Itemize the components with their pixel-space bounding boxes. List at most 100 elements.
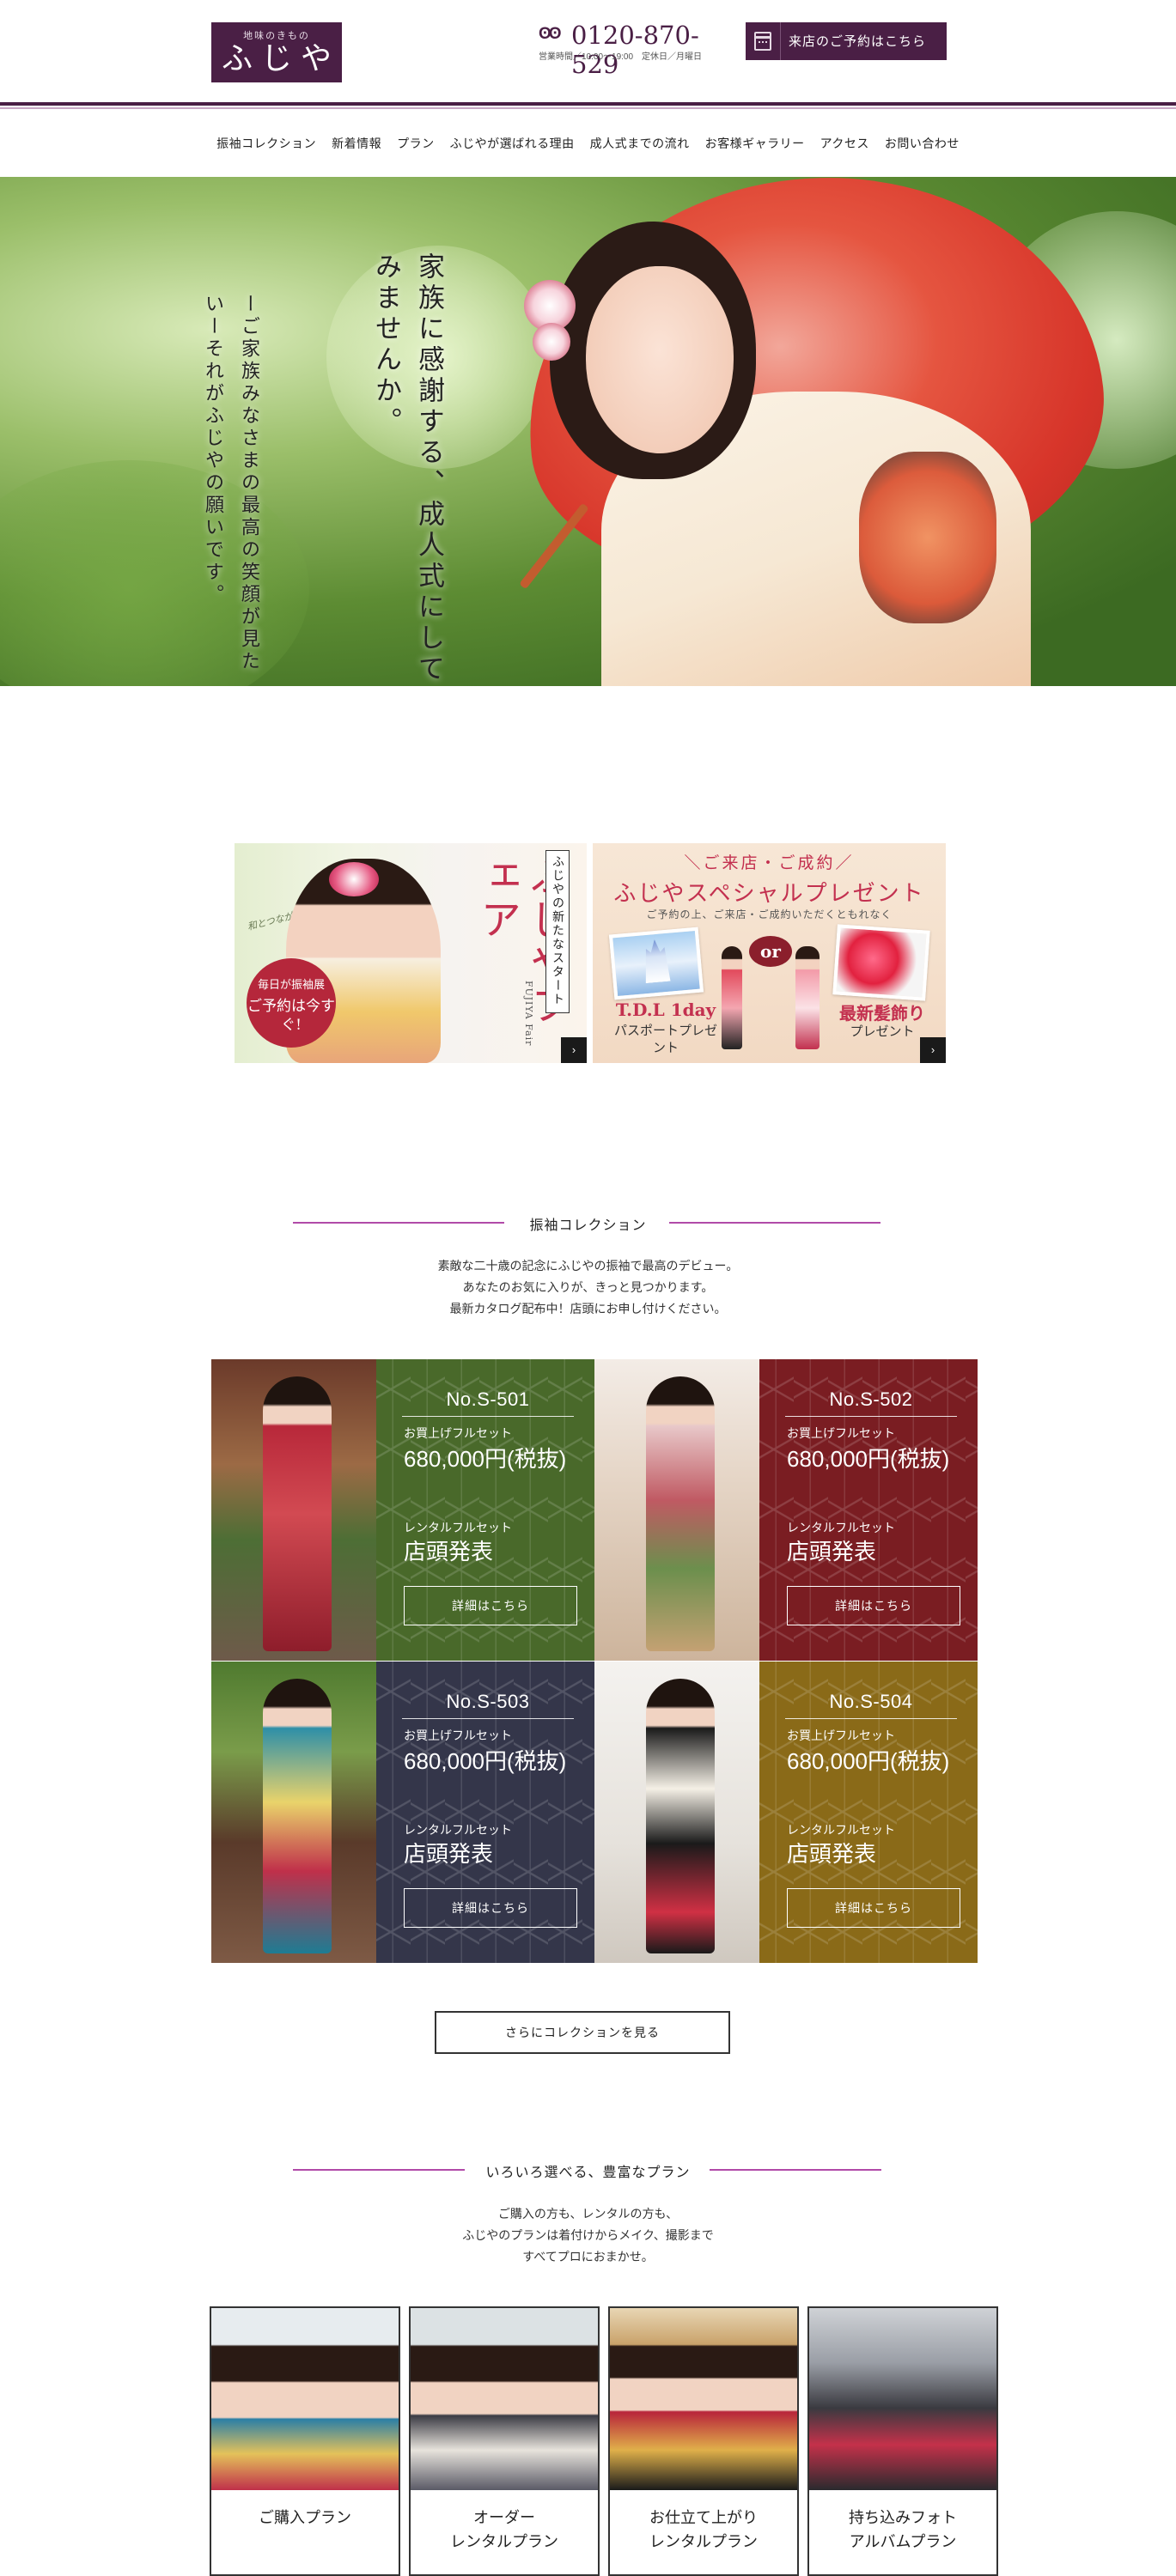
desc-line: あなたのお気に入りが、きっと見つかります。 bbox=[462, 1280, 714, 1294]
plan-label: ご購入プラン bbox=[211, 2506, 399, 2530]
header-rule-dark bbox=[0, 102, 1176, 106]
present-top-text: ＼ご来店・ご成約／ bbox=[684, 854, 855, 872]
hero-headline: 家族に感謝する、成人式にしてみませんか。 bbox=[364, 252, 450, 686]
fair-en-title: FUJIYA Fair bbox=[523, 981, 534, 1047]
nav-item-access[interactable]: アクセス bbox=[820, 135, 869, 152]
collection-card[interactable]: No.S-503 お買上げフルセット 680,000円(税抜) レンタルフルセッ… bbox=[211, 1662, 594, 1963]
buy-label: お買上げフルセット bbox=[404, 1728, 512, 1742]
plan-label: 持ち込みフォト アルバムプラン bbox=[809, 2506, 996, 2554]
kimono-model bbox=[646, 1376, 715, 1651]
buy-label: お買上げフルセット bbox=[787, 1426, 895, 1440]
kimono-photo bbox=[594, 1662, 759, 1963]
collection-info-panel: No.S-502 お買上げフルセット 680,000円(税抜) レンタルフルセッ… bbox=[759, 1359, 978, 1661]
fair-badge-line1: 毎日が振袖展 bbox=[257, 979, 325, 992]
desc-line: すべてプロにおまかせ。 bbox=[522, 2250, 654, 2263]
fair-badge-line2: ご予約は今すぐ! bbox=[247, 998, 335, 1034]
item-number: No.S-504 bbox=[829, 1691, 913, 1712]
details-button[interactable]: 詳細はこちら bbox=[787, 1888, 960, 1928]
present-or-badge: or bbox=[749, 936, 792, 967]
collection-description: 素敵な二十歳の記念にふじやの振袖で最高のデビュー。 あなたのお気に入りが、きっと… bbox=[0, 1255, 1176, 1320]
chevron-right-icon[interactable]: › bbox=[920, 1037, 946, 1063]
plan-label: お仕立て上がり レンタルプラン bbox=[610, 2506, 797, 2554]
rent-price: 店頭発表 bbox=[404, 1841, 494, 1867]
phone-contact[interactable]: ʘʘ 0120-870-529 営業時間／10:00〜19:00 定休日／月曜日 bbox=[539, 21, 745, 79]
site-header: 地味のきもの ふじや ʘʘ 0120-870-529 営業時間／10:00〜19… bbox=[0, 0, 1176, 109]
item-number: No.S-502 bbox=[829, 1388, 913, 1410]
collection-card[interactable]: No.S-504 お買上げフルセット 680,000円(税抜) レンタルフルセッ… bbox=[594, 1662, 978, 1963]
fair-vertical-text: ふじやの新たなスタート bbox=[551, 855, 564, 1006]
nav-item-plan[interactable]: プラン bbox=[397, 135, 435, 152]
details-button[interactable]: 詳細はこちら bbox=[787, 1586, 960, 1625]
rent-price: 店頭発表 bbox=[404, 1539, 494, 1564]
plan-label-line2: アルバムプラン bbox=[849, 2533, 957, 2550]
fair-reserve-badge: 毎日が振袖展 ご予約は今すぐ! bbox=[247, 958, 336, 1048]
business-hours: 営業時間／10:00〜19:00 定休日／月曜日 bbox=[539, 52, 703, 62]
buy-label: お買上げフルセット bbox=[404, 1426, 512, 1440]
hero-hair-flower bbox=[533, 323, 570, 361]
kimono-model bbox=[646, 1679, 715, 1953]
divider bbox=[402, 1718, 574, 1719]
collection-info-panel: No.S-503 お買上げフルセット 680,000円(税抜) レンタルフルセッ… bbox=[376, 1662, 594, 1963]
section-title-text: いろいろ選べる、豊富なプラン bbox=[473, 2166, 703, 2180]
present-hair-ornament-photo bbox=[832, 924, 930, 1001]
desc-line: ふじやのプランは着付けからメイク、撮影まで bbox=[462, 2228, 714, 2242]
buy-price: 680,000円(税抜) bbox=[404, 1446, 567, 1472]
buy-price: 680,000円(税抜) bbox=[787, 1446, 950, 1472]
plan-label: オーダー レンタルプラン bbox=[411, 2506, 598, 2554]
hero-face bbox=[586, 266, 734, 453]
section-title: 振袖コレクション bbox=[0, 1213, 1176, 1234]
present-left-sub: パスポートプレゼント bbox=[613, 1023, 717, 1055]
nav-item-flow[interactable]: 成人式までの流れ bbox=[590, 135, 690, 152]
details-button[interactable]: 詳細はこちら bbox=[404, 1586, 577, 1625]
divider bbox=[780, 22, 781, 60]
plan-photo bbox=[211, 2308, 399, 2490]
kimono-photo bbox=[594, 1359, 759, 1661]
rent-label: レンタルフルセット bbox=[787, 1521, 895, 1534]
plan-photo bbox=[411, 2308, 598, 2490]
plan-label-line1: 持ち込みフォト bbox=[849, 2509, 957, 2526]
chevron-right-icon[interactable]: › bbox=[561, 1037, 587, 1063]
collection-card[interactable]: No.S-501 お買上げフルセット 680,000円(税抜) レンタルフルセッ… bbox=[211, 1359, 594, 1661]
header-rule-light bbox=[0, 107, 1176, 109]
nav-item-contact[interactable]: お問い合わせ bbox=[885, 135, 960, 152]
divider bbox=[785, 1416, 957, 1417]
section-title: いろいろ選べる、豊富なプラン bbox=[0, 2160, 1176, 2181]
site-logo[interactable]: 地味のきもの ふじや bbox=[211, 22, 342, 82]
plan-card-purchase[interactable]: ご購入プラン bbox=[210, 2306, 400, 2576]
plan-card-ready-rental[interactable]: お仕立て上がり レンタルプラン bbox=[608, 2306, 799, 2576]
nav-item-gallery[interactable]: お客様ギャラリー bbox=[705, 135, 805, 152]
hero-headline-text: 家族に感謝する、成人式にしてみませんか。 bbox=[370, 252, 444, 685]
hero-obi bbox=[859, 452, 996, 623]
collection-heading: 振袖コレクション bbox=[0, 1210, 1176, 1236]
rent-label: レンタルフルセット bbox=[787, 1823, 895, 1837]
nav-item-reasons[interactable]: ふじやが選ばれる理由 bbox=[450, 135, 575, 152]
rent-label: レンタルフルセット bbox=[404, 1521, 512, 1534]
present-banner[interactable]: ＼ご来店・ご成約／ ふじやスペシャルプレゼント ご予約の上、ご来店・ご成約いただ… bbox=[593, 843, 946, 1063]
buy-price: 680,000円(税抜) bbox=[404, 1748, 567, 1774]
kimono-model bbox=[263, 1679, 332, 1953]
nav-item-collection[interactable]: 振袖コレクション bbox=[216, 135, 316, 152]
plan-label-line1: オーダー bbox=[473, 2509, 535, 2526]
freedial-icon: ʘʘ bbox=[539, 25, 562, 43]
plan-photo bbox=[610, 2308, 797, 2490]
collection-info-panel: No.S-504 お買上げフルセット 680,000円(税抜) レンタルフルセッ… bbox=[759, 1662, 978, 1963]
present-left-title: T.D.L 1day bbox=[615, 999, 716, 1020]
collection-grid: No.S-501 お買上げフルセット 680,000円(税抜) レンタルフルセッ… bbox=[211, 1359, 978, 1963]
plan-photo bbox=[809, 2308, 996, 2490]
nav-item-news[interactable]: 新着情報 bbox=[332, 135, 381, 152]
rent-label: レンタルフルセット bbox=[404, 1823, 512, 1837]
plan-label-line1: お仕立て上がり bbox=[649, 2509, 758, 2526]
plan-card-order-rental[interactable]: オーダー レンタルプラン bbox=[409, 2306, 600, 2576]
fair-hair-flower bbox=[329, 862, 379, 896]
item-number: No.S-501 bbox=[446, 1388, 530, 1410]
hero-subcopy-text: ーご家族みなさまの最高の笑顔が見たいーそれがふじやの願いです。 bbox=[202, 294, 259, 673]
reservation-button[interactable]: 来店のご予約はこちら bbox=[746, 22, 947, 60]
more-collection-button[interactable]: さらにコレクションを見る bbox=[435, 2011, 730, 2054]
desc-line: 素敵な二十歳の記念にふじやの振袖で最高のデビュー。 bbox=[437, 1259, 739, 1273]
collection-card[interactable]: No.S-502 お買上げフルセット 680,000円(税抜) レンタルフルセッ… bbox=[594, 1359, 978, 1661]
details-button[interactable]: 詳細はこちら bbox=[404, 1888, 577, 1928]
fair-banner[interactable]: 和とつながる… ふじやフェア FUJIYA Fair ふじやの新たなスタート 毎… bbox=[235, 843, 587, 1063]
plans-description: ご購入の方も、レンタルの方も、 ふじやのプランは着付けからメイク、撮影まで すべ… bbox=[0, 2203, 1176, 2268]
plan-card-photo-album[interactable]: 持ち込みフォト アルバムプラン bbox=[807, 2306, 998, 2576]
calendar-icon bbox=[754, 32, 771, 51]
